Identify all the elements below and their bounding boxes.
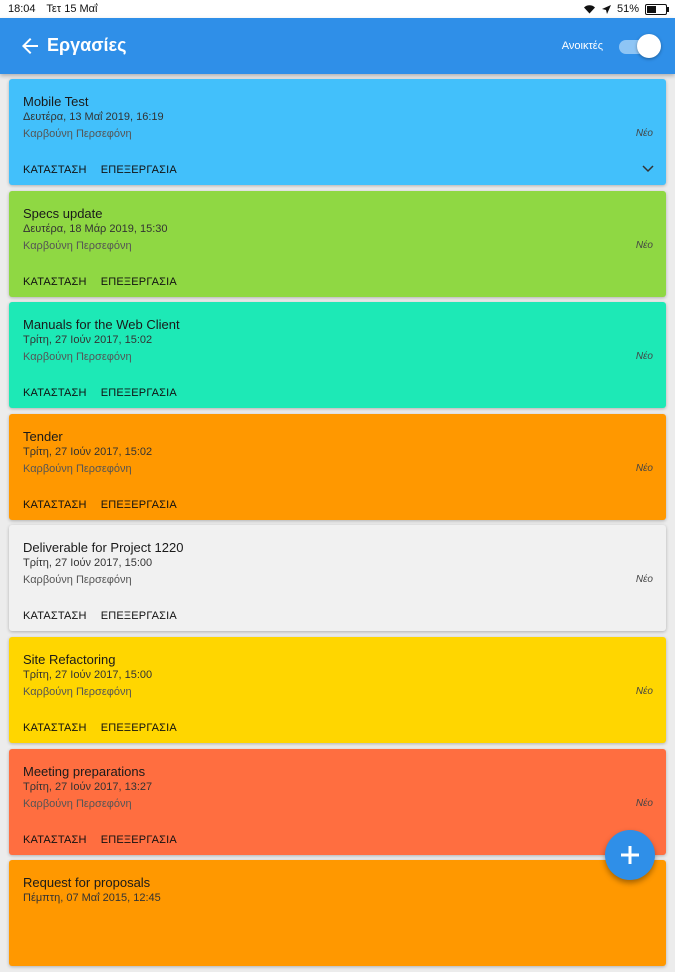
status-action-button[interactable]: ΚΑΤΑΣΤΑΣΗ (23, 499, 87, 511)
task-owner: Καρβούνη Περσεφόνη (23, 239, 132, 252)
app-bar: Εργασίες Ανοικτές (0, 18, 675, 74)
status-bar-right: 51% (583, 3, 669, 15)
task-date: Τρίτη, 27 Ιούν 2017, 13:27 (23, 780, 153, 793)
task-title: Tender (23, 428, 63, 444)
task-actions: ΚΑΤΑΣΤΑΣΗ ΕΠΕΞΕΡΓΑΣΙΑ (23, 834, 177, 846)
edit-action-button[interactable]: ΕΠΕΞΕΡΓΑΣΙΑ (101, 610, 177, 622)
toggle-label: Ανοικτές (561, 40, 603, 52)
task-status: Νέο (635, 574, 653, 586)
task-date: Δευτέρα, 18 Μάρ 2019, 15:30 (23, 222, 168, 235)
task-title: Meeting preparations (23, 763, 146, 779)
task-date: Πέμπτη, 07 Μαΐ 2015, 12:45 (23, 892, 161, 905)
task-card[interactable]: Request for proposals Πέμπτη, 07 Μαΐ 2015… (9, 860, 666, 967)
task-title: Site Refactoring (23, 651, 116, 667)
toggle-thumb (637, 34, 661, 58)
wifi-icon (583, 5, 595, 14)
open-tasks-toggle[interactable] (613, 34, 661, 58)
task-card[interactable]: Site Refactoring Τρίτη, 27 Ιούν 2017, 15:… (9, 636, 666, 743)
task-title: Request for proposals (23, 875, 151, 891)
task-date: Δευτέρα, 13 Μαΐ 2019, 16:19 (23, 111, 164, 123)
task-owner: Καρβούνη Περσεφόνη (23, 685, 132, 698)
task-status: Νέο (635, 239, 653, 251)
task-card[interactable]: Tender Τρίτη, 27 Ιούν 2017, 15:02 Καρβούνη… (9, 413, 666, 520)
status-action-button[interactable]: ΚΑΤΑΣΤΑΣΗ (23, 387, 87, 399)
task-status: Νέο (635, 462, 653, 474)
task-title: Deliverable for Project 1220 (23, 540, 184, 556)
edit-action-button[interactable]: ΕΠΕΞΕΡΓΑΣΙΑ (101, 164, 177, 176)
task-actions: ΚΑΤΑΣΤΑΣΗ ΕΠΕΞΕΡΓΑΣΙΑ (23, 499, 177, 511)
status-bar-left: 18:04 Τετ 15 Μαΐ (8, 3, 105, 15)
task-title: Specs update (23, 205, 103, 221)
task-actions: ΚΑΤΑΣΤΑΣΗ ΕΠΕΞΕΡΓΑΣΙΑ (23, 164, 177, 176)
status-action-button[interactable]: ΚΑΤΑΣΤΑΣΗ (23, 276, 87, 288)
task-title: Manuals for the Web Client (23, 317, 180, 333)
plus-icon (621, 846, 639, 864)
edit-action-button[interactable]: ΕΠΕΞΕΡΓΑΣΙΑ (101, 499, 177, 511)
status-time: 18:04 (8, 3, 36, 15)
chevron-down-icon[interactable] (642, 165, 654, 173)
status-action-button[interactable]: ΚΑΤΑΣΤΑΣΗ (23, 164, 87, 176)
location-arrow-icon (601, 4, 611, 14)
task-title: Mobile Test (23, 94, 89, 109)
task-card[interactable]: Specs update Δευτέρα, 18 Μάρ 2019, 15:30 Κ… (9, 190, 666, 297)
task-actions: ΚΑΤΑΣΤΑΣΗ ΕΠΕΞΕΡΓΑΣΙΑ (23, 610, 177, 622)
task-owner: Καρβούνη Περσεφόνη (23, 128, 132, 140)
add-task-button[interactable] (605, 830, 655, 880)
task-status: Νέο (635, 128, 653, 139)
status-date: Τετ 15 Μαΐ (46, 3, 98, 15)
task-card[interactable]: Meeting preparations Τρίτη, 27 Ιούν 2017,… (9, 748, 666, 855)
task-card[interactable]: Deliverable for Project 1220 Τρίτη, 27 Ιο… (9, 525, 666, 632)
task-actions: ΚΑΤΑΣΤΑΣΗ ΕΠΕΞΕΡΓΑΣΙΑ (23, 722, 177, 734)
battery-icon (645, 3, 669, 15)
task-card[interactable]: Mobile Test Δευτέρα, 13 Μαΐ 2019, 16:19 Κα… (9, 79, 666, 185)
task-owner: Καρβούνη Περσεφόνη (23, 574, 132, 587)
task-status: Νέο (635, 685, 653, 697)
task-date: Τρίτη, 27 Ιούν 2017, 15:00 (23, 557, 153, 570)
task-status: Νέο (635, 797, 653, 809)
edit-action-button[interactable]: ΕΠΕΞΕΡΓΑΣΙΑ (101, 834, 177, 846)
task-date: Τρίτη, 27 Ιούν 2017, 15:00 (23, 668, 153, 681)
task-owner: Καρβούνη Περσεφόνη (23, 351, 132, 364)
status-action-button[interactable]: ΚΑΤΑΣΤΑΣΗ (23, 834, 87, 846)
arrow-left-icon[interactable] (18, 34, 42, 58)
task-list: Mobile Test Δευτέρα, 13 Μαΐ 2019, 16:19 Κα… (9, 79, 666, 972)
task-card[interactable]: Manuals for the Web Client Τρίτη, 27 Ιούν… (9, 302, 666, 409)
status-bar: 18:04 Τετ 15 Μαΐ 51% (0, 0, 675, 18)
edit-action-button[interactable]: ΕΠΕΞΕΡΓΑΣΙΑ (101, 387, 177, 399)
edit-action-button[interactable]: ΕΠΕΞΕΡΓΑΣΙΑ (101, 722, 177, 734)
task-status: Νέο (635, 351, 653, 363)
task-date: Τρίτη, 27 Ιούν 2017, 15:02 (23, 445, 153, 458)
page-title: Εργασίες (47, 35, 127, 55)
battery-percent: 51% (616, 3, 639, 15)
status-action-button[interactable]: ΚΑΤΑΣΤΑΣΗ (23, 610, 87, 622)
edit-action-button[interactable]: ΕΠΕΞΕΡΓΑΣΙΑ (101, 276, 177, 288)
task-owner: Καρβούνη Περσεφόνη (23, 462, 132, 475)
task-owner: Καρβούνη Περσεφόνη (23, 797, 132, 810)
status-action-button[interactable]: ΚΑΤΑΣΤΑΣΗ (23, 722, 87, 734)
task-date: Τρίτη, 27 Ιούν 2017, 15:02 (23, 334, 153, 347)
task-actions: ΚΑΤΑΣΤΑΣΗ ΕΠΕΞΕΡΓΑΣΙΑ (23, 276, 177, 288)
task-actions: ΚΑΤΑΣΤΑΣΗ ΕΠΕΞΕΡΓΑΣΙΑ (23, 387, 177, 399)
